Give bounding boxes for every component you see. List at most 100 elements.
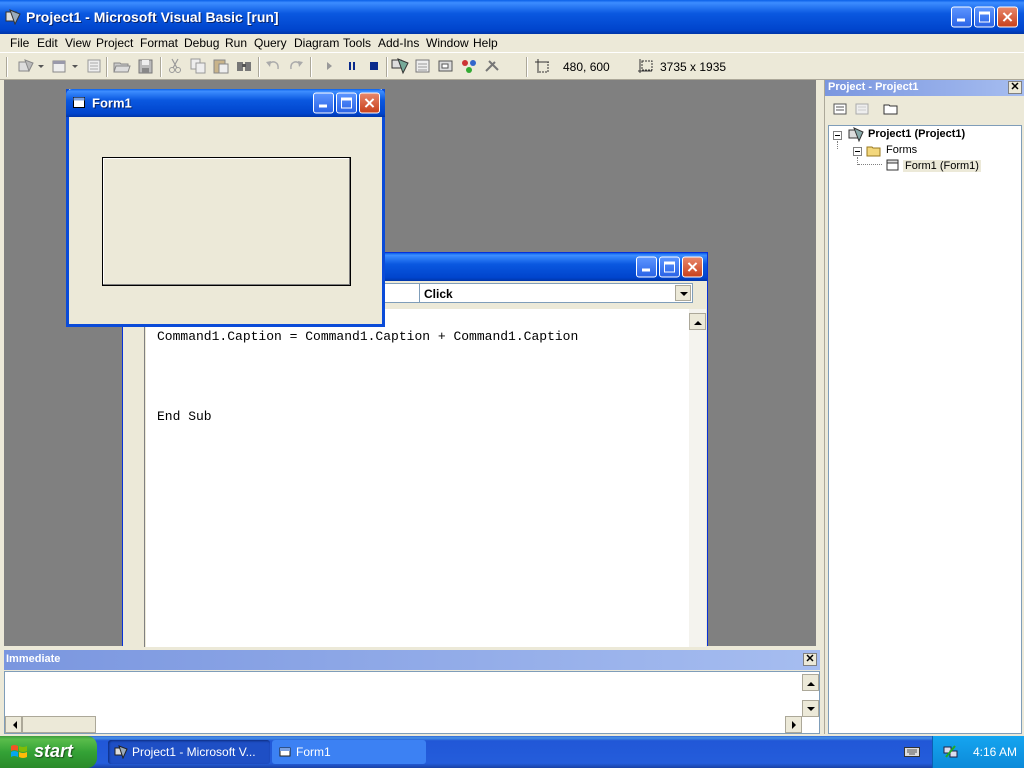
folder-icon [866, 146, 881, 157]
network-icon[interactable] [943, 744, 959, 760]
chevron-down-icon[interactable] [675, 285, 691, 301]
toolbar-separator [526, 57, 528, 77]
immediate-title-bar[interactable]: Immediate ✕ [4, 650, 820, 670]
menu-help[interactable]: Help [473, 36, 498, 50]
code-margin[interactable] [125, 309, 145, 647]
copy-icon[interactable] [188, 57, 208, 75]
command1-button[interactable] [102, 157, 351, 286]
cut-icon[interactable] [165, 57, 185, 75]
taskbar-item-form1[interactable]: Form1 [272, 740, 426, 764]
menu-edit[interactable]: Edit [37, 36, 58, 50]
form1-minimize-button[interactable] [313, 92, 334, 114]
open-project-icon[interactable] [112, 57, 132, 75]
project-explorer-title: Project - Project1 [828, 81, 919, 93]
code-vertical-scrollbar[interactable] [689, 309, 706, 647]
system-tray: 4:16 AM [932, 736, 1024, 768]
toolbar-separator [160, 57, 162, 77]
form-layout-icon[interactable] [436, 57, 456, 75]
horizontal-scroll-thumb[interactable] [22, 716, 96, 733]
scroll-right-icon[interactable] [785, 716, 802, 733]
menu-file[interactable]: File [10, 36, 29, 50]
menu-editor-icon[interactable] [84, 57, 104, 75]
taskbar-item-label: Project1 - Microsoft V... [132, 745, 256, 759]
app-title-bar[interactable]: Project1 - Microsoft Visual Basic [run] [0, 0, 1024, 34]
start-icon[interactable] [319, 57, 339, 75]
menu-format[interactable]: Format [140, 36, 178, 50]
collapse-icon[interactable] [833, 131, 842, 140]
view-code-icon[interactable] [830, 100, 850, 118]
project-explorer-icon[interactable] [390, 57, 410, 75]
taskbar-item-vb[interactable]: Project1 - Microsoft V... [108, 740, 270, 764]
toolbar-separator [106, 57, 108, 77]
menu-run[interactable]: Run [225, 36, 247, 50]
menu-view[interactable]: View [65, 36, 91, 50]
close-icon[interactable]: ✕ [1008, 81, 1022, 94]
start-button[interactable]: start [0, 736, 97, 768]
menu-bar: File Edit View Project Format Debug Run … [0, 34, 1024, 52]
menu-window[interactable]: Window [426, 36, 469, 50]
toolbar-separator [386, 57, 388, 77]
project-explorer-title-bar[interactable]: Project - Project1 ✕ [825, 80, 1024, 96]
windows-logo-icon [11, 745, 27, 758]
immediate-input[interactable] [4, 671, 820, 734]
scroll-left-icon[interactable] [5, 716, 22, 733]
menu-query[interactable]: Query [254, 36, 287, 50]
keyboard-icon[interactable] [904, 746, 920, 758]
menu-debug[interactable]: Debug [184, 36, 219, 50]
toolbar-separator [310, 57, 312, 77]
app-close-button[interactable] [997, 6, 1018, 28]
menu-tools[interactable]: Tools [343, 36, 371, 50]
object-browser-icon[interactable] [459, 57, 479, 75]
end-icon[interactable] [364, 57, 384, 75]
code-close-button[interactable] [682, 256, 703, 278]
form-icon [279, 747, 291, 757]
break-icon[interactable] [342, 57, 362, 75]
paste-icon[interactable] [211, 57, 231, 75]
toolbar-grip[interactable] [6, 57, 8, 77]
add-form-dropdown-icon[interactable] [70, 57, 80, 75]
collapse-icon[interactable] [853, 147, 862, 156]
vb-app-icon [114, 745, 128, 759]
clock[interactable]: 4:16 AM [973, 745, 1017, 759]
position-readout: 480, 600 [563, 60, 610, 74]
form1-title-bar[interactable]: Form1 [66, 89, 385, 117]
app-maximize-button[interactable] [974, 6, 995, 28]
tree-node-forms[interactable]: Forms [886, 144, 917, 156]
add-project-dropdown-icon[interactable] [36, 57, 46, 75]
scroll-down-icon[interactable] [802, 700, 819, 717]
form1-close-button[interactable] [359, 92, 380, 114]
redo-icon[interactable] [286, 57, 306, 75]
immediate-title: Immediate [6, 653, 61, 665]
code-editor[interactable]: Command1.Caption = Command1.Caption + Co… [146, 309, 689, 647]
procedure-combo-value: Click [424, 287, 453, 301]
app-title-text: Project1 - Microsoft Visual Basic [run] [26, 9, 279, 25]
vb-app-icon[interactable] [5, 9, 21, 25]
scroll-up-icon[interactable] [689, 313, 706, 330]
tree-node-project[interactable]: Project1 (Project1) [868, 128, 965, 140]
menu-diagram[interactable]: Diagram [294, 36, 339, 50]
code-line[interactable]: Command1.Caption = Command1.Caption + Co… [157, 329, 578, 344]
find-icon[interactable] [234, 57, 254, 75]
toggle-folders-icon[interactable] [881, 100, 901, 118]
menu-project[interactable]: Project [96, 36, 133, 50]
form1-maximize-button[interactable] [336, 92, 357, 114]
code-minimize-button[interactable] [636, 256, 657, 278]
app-minimize-button[interactable] [951, 6, 972, 28]
properties-window-icon[interactable] [413, 57, 433, 75]
tree-node-form1[interactable]: Form1 (Form1) [903, 160, 981, 172]
close-icon[interactable]: ✕ [803, 653, 817, 666]
menu-add-ins[interactable]: Add-Ins [378, 36, 419, 50]
view-object-icon[interactable] [852, 100, 872, 118]
add-form-icon[interactable] [50, 57, 70, 75]
scroll-up-icon[interactable] [802, 674, 819, 691]
project-tree[interactable]: Project1 (Project1) Forms Form1 (Form1) [828, 125, 1022, 734]
form-icon[interactable] [73, 97, 85, 108]
save-project-icon[interactable] [136, 57, 156, 75]
undo-icon[interactable] [263, 57, 283, 75]
toolbox-icon[interactable] [482, 57, 502, 75]
code-maximize-button[interactable] [659, 256, 680, 278]
code-line[interactable]: End Sub [157, 409, 212, 424]
procedure-combo[interactable]: Click [419, 283, 693, 303]
toolbar-separator [258, 57, 260, 77]
add-project-icon[interactable] [16, 57, 36, 75]
